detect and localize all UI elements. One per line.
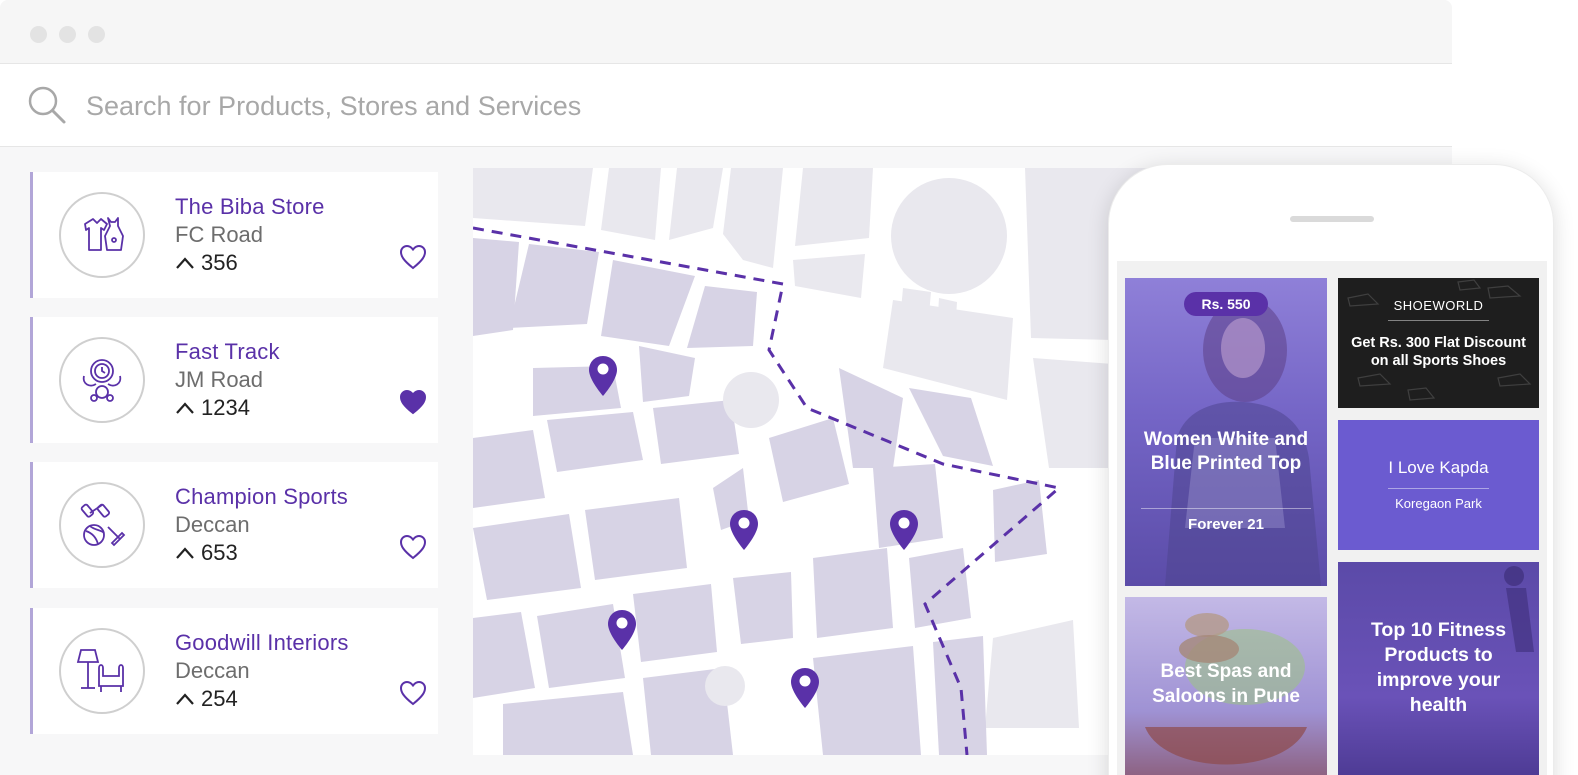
store-card[interactable]: Fast Track JM Road 1234 [30, 317, 438, 443]
store-location: Deccan [175, 658, 250, 683]
store-location: FC Road [175, 222, 264, 247]
heart-outline-icon[interactable] [399, 534, 427, 560]
clothing-icon [84, 217, 124, 251]
store-card[interactable]: The Biba Store FC Road 356 [30, 172, 438, 298]
store-logo [59, 337, 145, 423]
phone-mockup: Rs. 550 Women White and Blue Printed Top… [1108, 164, 1554, 775]
upvote-icon[interactable] [175, 692, 195, 706]
divider [1141, 508, 1311, 509]
divider [1388, 320, 1489, 321]
vote-count: 254 [201, 686, 238, 711]
store-tile-location: Koregaon Park [1395, 496, 1482, 511]
price-badge: Rs. 550 [1184, 292, 1268, 316]
heart-outline-icon[interactable] [399, 680, 427, 706]
product-title: Women White and Blue Printed Top [1143, 429, 1309, 474]
promo-title: Get Rs. 300 Flat Discount on all Sports … [1351, 335, 1526, 369]
search-icon[interactable] [26, 84, 68, 126]
store-name[interactable]: The Biba Store [175, 194, 325, 220]
store-location: JM Road [175, 367, 264, 392]
article-tile-spas[interactable]: Best Spas and Saloons in Pune [1125, 597, 1327, 775]
window-close-dot[interactable] [30, 26, 47, 43]
title-bar [0, 0, 1452, 64]
article-tile-fitness[interactable]: Top 10 Fitness Products to improve your … [1338, 562, 1539, 775]
store-votes[interactable]: 356 [175, 250, 238, 276]
store-votes[interactable]: 653 [175, 540, 238, 566]
window-maximize-dot[interactable] [88, 26, 105, 43]
vote-count: 653 [201, 540, 238, 565]
product-brand: Forever 21 [1188, 516, 1264, 533]
vote-count: 356 [201, 250, 238, 275]
watch-icon [82, 359, 122, 402]
search-input[interactable] [86, 84, 986, 128]
search-bar [0, 64, 1452, 147]
store-name[interactable]: Goodwill Interiors [175, 630, 349, 656]
promo-brand: SHOEWORLD [1393, 298, 1484, 313]
phone-screen: Rs. 550 Women White and Blue Printed Top… [1117, 261, 1547, 775]
heart-filled-icon[interactable] [399, 389, 427, 415]
upvote-icon[interactable] [175, 546, 195, 560]
store-card[interactable]: Champion Sports Deccan 653 [30, 462, 438, 588]
store-tile-title: I Love Kapda [1388, 458, 1489, 477]
phone-speaker [1290, 216, 1374, 222]
product-tile-top[interactable]: Rs. 550 Women White and Blue Printed Top… [1125, 278, 1327, 586]
vote-count: 1234 [201, 395, 250, 420]
article-title: Top 10 Fitness Products to improve your … [1370, 619, 1507, 716]
heart-outline-icon[interactable] [399, 244, 427, 270]
store-location: Deccan [175, 512, 250, 537]
sports-icon [80, 503, 126, 547]
store-logo [59, 192, 145, 278]
store-logo [59, 628, 145, 714]
window-minimize-dot[interactable] [59, 26, 76, 43]
furniture-icon [76, 649, 124, 692]
store-map[interactable] [473, 168, 1213, 755]
store-name[interactable]: Fast Track [175, 339, 280, 365]
store-name[interactable]: Champion Sports [175, 484, 348, 510]
store-logo [59, 482, 145, 568]
store-card[interactable]: Goodwill Interiors Deccan 254 [30, 608, 438, 734]
upvote-icon[interactable] [175, 401, 195, 415]
store-tile-kapda[interactable]: I Love Kapda Koregaon Park [1338, 420, 1539, 550]
store-votes[interactable]: 1234 [175, 395, 250, 421]
article-title: Best Spas and Saloons in Pune [1152, 661, 1300, 707]
divider [1388, 488, 1489, 489]
upvote-icon[interactable] [175, 256, 195, 270]
store-votes[interactable]: 254 [175, 686, 238, 712]
promo-tile-shoeworld[interactable]: SHOEWORLD Get Rs. 300 Flat Discount on a… [1338, 278, 1539, 408]
